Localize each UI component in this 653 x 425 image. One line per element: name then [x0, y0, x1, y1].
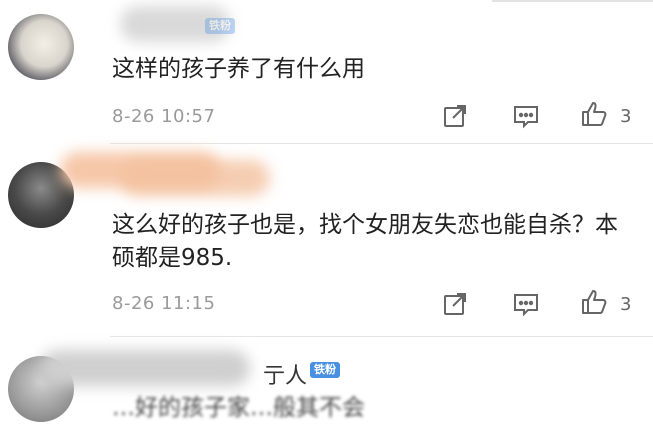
- fan-badge: 铁粉: [310, 362, 340, 378]
- comment-text: …好的孩子家…般其不会: [112, 395, 365, 421]
- username-blurred[interactable]: [40, 350, 250, 386]
- username-tail[interactable]: 亍人: [263, 358, 307, 390]
- comment-item: 亍人 铁粉 …好的孩子家…般其不会: [0, 0, 653, 422]
